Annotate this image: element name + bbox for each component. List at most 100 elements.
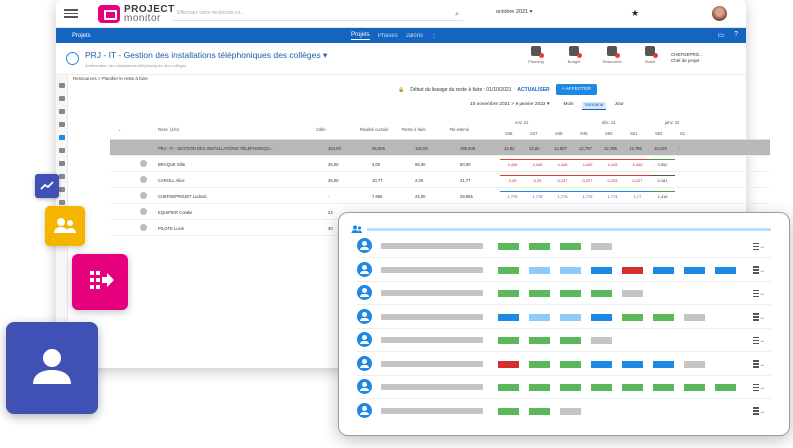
week-cell[interactable]: 4,445 bbox=[500, 159, 525, 168]
workload-bar[interactable] bbox=[653, 384, 674, 391]
tab-phases[interactable]: Phases bbox=[378, 33, 398, 39]
week-cell[interactable]: 1,775 bbox=[500, 191, 525, 200]
workload-bar[interactable] bbox=[591, 384, 612, 391]
resources-icon[interactable] bbox=[58, 135, 65, 140]
tab-jalons[interactable]: Jalons bbox=[406, 33, 423, 39]
workload-bar[interactable] bbox=[529, 313, 550, 321]
project-manager[interactable]: CHEFDEPRO... Chef de projet bbox=[671, 52, 703, 64]
workload-bar[interactable] bbox=[591, 360, 612, 368]
search-input[interactable]: Effectuez votre recherche ici... ⌕ bbox=[173, 8, 463, 21]
week-cell[interactable]: 0,237 bbox=[550, 175, 575, 184]
overlay-row[interactable]: → bbox=[357, 400, 771, 422]
cell-value[interactable]: 56,00 bbox=[415, 162, 425, 167]
week-cell[interactable]: 0,227 bbox=[625, 175, 650, 184]
check-icon[interactable] bbox=[58, 148, 65, 153]
chat-icon[interactable]: ▭ bbox=[717, 31, 724, 39]
cell-value[interactable]: 22,00 bbox=[415, 194, 425, 199]
cell-value[interactable]: 160,00 bbox=[415, 146, 428, 151]
cell-value[interactable]: 2,00 bbox=[415, 178, 423, 183]
workload-bar[interactable] bbox=[529, 243, 550, 250]
workload-bar[interactable] bbox=[498, 407, 519, 415]
week-cell[interactable]: 0,25 bbox=[525, 175, 550, 184]
project-title[interactable]: PRJ - IT - Gestion des installations tél… bbox=[85, 50, 327, 61]
assign-row-icon[interactable]: → bbox=[753, 335, 765, 345]
assign-row-icon[interactable]: → bbox=[753, 288, 765, 298]
date-range[interactable]: 15 novembre 2021 > 9 janvier 2022 ▾ bbox=[470, 102, 549, 110]
table-row[interactable]: CHEFDEPROJET Ludovic - 7,655 22,00 29,655 1,7… bbox=[110, 188, 770, 204]
action-statut[interactable]: Statut bbox=[638, 46, 662, 64]
workload-bar[interactable] bbox=[560, 360, 581, 368]
assign-row-icon[interactable]: → bbox=[753, 406, 765, 416]
workload-bar[interactable] bbox=[529, 360, 550, 368]
workload-bar[interactable] bbox=[591, 337, 612, 344]
week-cell[interactable]: 1,77 bbox=[625, 191, 650, 200]
assign-row-icon[interactable]: → bbox=[753, 359, 765, 369]
user-avatar[interactable] bbox=[712, 6, 727, 21]
period-selector[interactable]: octobre 2021 ▾ bbox=[496, 9, 532, 15]
add-assignment-button[interactable]: + AFFECTER bbox=[555, 84, 597, 95]
week-cell[interactable]: 4,445 bbox=[600, 159, 625, 168]
favorite-star-icon[interactable]: ★ bbox=[631, 8, 639, 19]
workload-bar[interactable] bbox=[529, 337, 550, 344]
week-cell[interactable]: 0,25 bbox=[500, 175, 525, 184]
doc-icon[interactable] bbox=[58, 200, 65, 205]
stats-icon[interactable] bbox=[58, 187, 65, 192]
workload-bar[interactable] bbox=[529, 266, 550, 274]
workload-bar[interactable] bbox=[622, 290, 643, 297]
workload-bar[interactable] bbox=[715, 266, 736, 274]
week-cell[interactable]: 4,445 bbox=[525, 159, 550, 168]
more-menu-icon[interactable]: ⋮ bbox=[431, 32, 437, 39]
workload-bar[interactable] bbox=[498, 337, 519, 344]
workload-bar[interactable] bbox=[498, 290, 519, 297]
calendar-icon[interactable] bbox=[58, 109, 65, 114]
workload-bar[interactable] bbox=[529, 407, 550, 415]
workload-bar[interactable] bbox=[560, 266, 581, 274]
workload-bar[interactable] bbox=[622, 384, 643, 391]
workload-bar[interactable] bbox=[591, 313, 612, 321]
workload-bar[interactable] bbox=[560, 313, 581, 321]
workload-bar[interactable] bbox=[560, 337, 581, 344]
tree-icon[interactable] bbox=[58, 122, 65, 127]
workload-bar[interactable] bbox=[498, 266, 519, 274]
workload-bar[interactable] bbox=[498, 243, 519, 250]
view-jour[interactable]: Jour bbox=[614, 102, 623, 110]
workload-bar[interactable] bbox=[715, 384, 736, 391]
project-row[interactable]: PRJ - IT - GESTION DES INSTALLATIONS TÉL… bbox=[110, 140, 770, 156]
lock-icon[interactable]: 🔒 bbox=[398, 87, 404, 93]
workload-bar[interactable] bbox=[622, 313, 643, 321]
workload-bar[interactable] bbox=[591, 243, 612, 250]
view-semaine[interactable]: Semaine bbox=[581, 102, 607, 110]
workload-bar[interactable] bbox=[560, 243, 581, 250]
workload-bar[interactable] bbox=[498, 313, 519, 321]
search-icon[interactable]: ⌕ bbox=[455, 9, 459, 20]
workload-bar[interactable] bbox=[591, 290, 612, 297]
table-row[interactable]: BRAQUE Gille 45,00 4,00 56,00 60,00 4,445 4,44… bbox=[110, 156, 770, 172]
home-icon[interactable] bbox=[58, 83, 65, 88]
week-cell[interactable]: 1,775 bbox=[525, 191, 550, 200]
workload-bar[interactable] bbox=[684, 313, 705, 321]
week-cell[interactable]: 0,225 bbox=[600, 175, 625, 184]
action-budget[interactable]: Budget bbox=[562, 46, 586, 64]
week-cell[interactable]: 0,181 bbox=[650, 175, 675, 184]
assign-row-icon[interactable]: → bbox=[753, 312, 765, 322]
overlay-row[interactable]: → bbox=[357, 353, 771, 375]
week-cell[interactable]: 1,775 bbox=[575, 191, 600, 200]
workload-bar[interactable] bbox=[560, 290, 581, 297]
workload-bar[interactable] bbox=[498, 360, 519, 368]
week-cell[interactable]: 4,445 bbox=[550, 159, 575, 168]
workload-bar[interactable] bbox=[529, 384, 550, 391]
workload-bar[interactable] bbox=[560, 407, 581, 415]
help-icon[interactable]: ? bbox=[734, 31, 738, 39]
chart-icon[interactable] bbox=[58, 161, 65, 166]
overlay-row[interactable]: → bbox=[357, 259, 771, 281]
overlay-row[interactable]: → bbox=[357, 329, 771, 351]
workload-bar[interactable] bbox=[560, 384, 581, 391]
week-cell[interactable]: 1,774 bbox=[600, 191, 625, 200]
week-cell[interactable]: 0,227 bbox=[575, 175, 600, 184]
view-mois[interactable]: Mois bbox=[563, 102, 573, 110]
overlay-row[interactable]: → bbox=[357, 306, 771, 328]
overlay-row[interactable]: → bbox=[357, 376, 771, 398]
refresh-button[interactable]: ACTUALISER bbox=[517, 87, 549, 93]
overlay-row[interactable]: → bbox=[357, 235, 771, 257]
workload-bar[interactable] bbox=[653, 313, 674, 321]
